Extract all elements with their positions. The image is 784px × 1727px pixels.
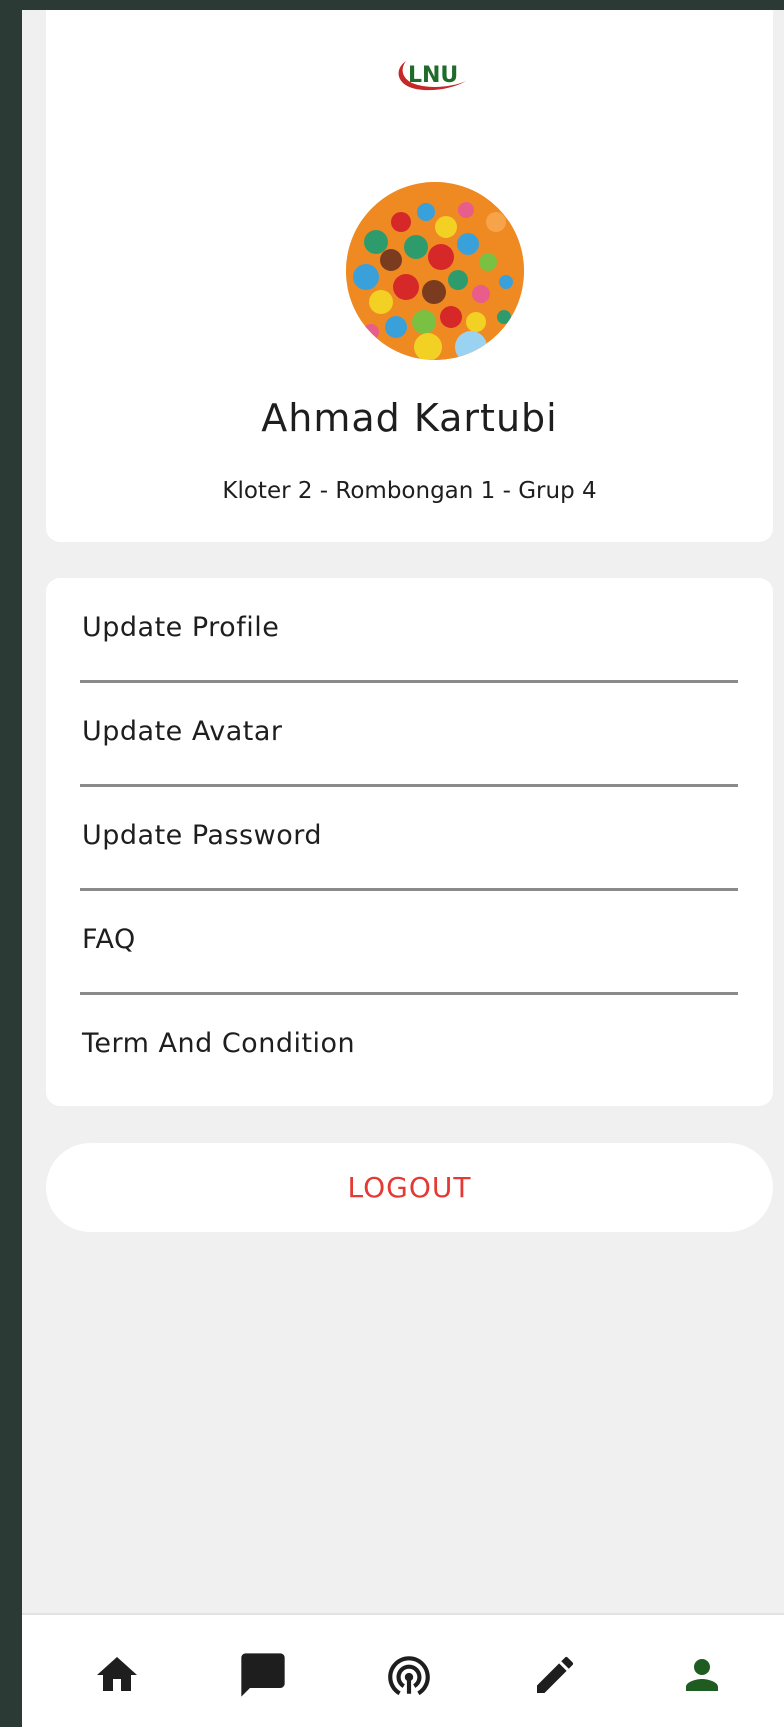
menu-item-faq[interactable]: FAQ [46, 890, 773, 994]
menu-item-term-and-condition[interactable]: Term And Condition [46, 994, 773, 1098]
menu-item-label: Update Profile [82, 612, 280, 643]
person-icon [686, 1659, 718, 1691]
user-name: Ahmad Kartubi [261, 396, 558, 440]
broadcast-icon [388, 1656, 430, 1696]
logo-text: LNU [408, 63, 458, 88]
menu-item-label: Update Avatar [82, 716, 283, 747]
menu-item-update-profile[interactable]: Update Profile [46, 578, 773, 682]
nav-home[interactable] [87, 1645, 147, 1705]
chat-icon [241, 1653, 285, 1697]
lnu-logo: LNU [392, 55, 474, 103]
app-screen: LNU Ahmad Kartubi Kloter 2 - Rombongan 1… [22, 10, 784, 1727]
edit-icon [537, 1656, 574, 1693]
settings-menu: Update Profile Update Avatar Update Pass… [46, 578, 773, 1106]
nav-broadcast[interactable] [379, 1645, 439, 1705]
user-group-info: Kloter 2 - Rombongan 1 - Grup 4 [222, 478, 597, 504]
menu-item-label: FAQ [82, 924, 136, 955]
menu-item-label: Term And Condition [82, 1028, 356, 1059]
home-icon [97, 1657, 137, 1691]
nav-chat[interactable] [233, 1645, 293, 1705]
logout-button[interactable]: LOGOUT [46, 1143, 773, 1232]
menu-item-update-avatar[interactable]: Update Avatar [46, 682, 773, 786]
nav-profile[interactable] [672, 1645, 732, 1705]
menu-item-update-password[interactable]: Update Password [46, 786, 773, 890]
bottom-navigation [22, 1613, 784, 1727]
profile-card: LNU Ahmad Kartubi Kloter 2 - Rombongan 1… [46, 10, 773, 542]
avatar[interactable] [346, 182, 524, 360]
nav-edit[interactable] [525, 1645, 585, 1705]
menu-item-label: Update Password [82, 820, 322, 851]
